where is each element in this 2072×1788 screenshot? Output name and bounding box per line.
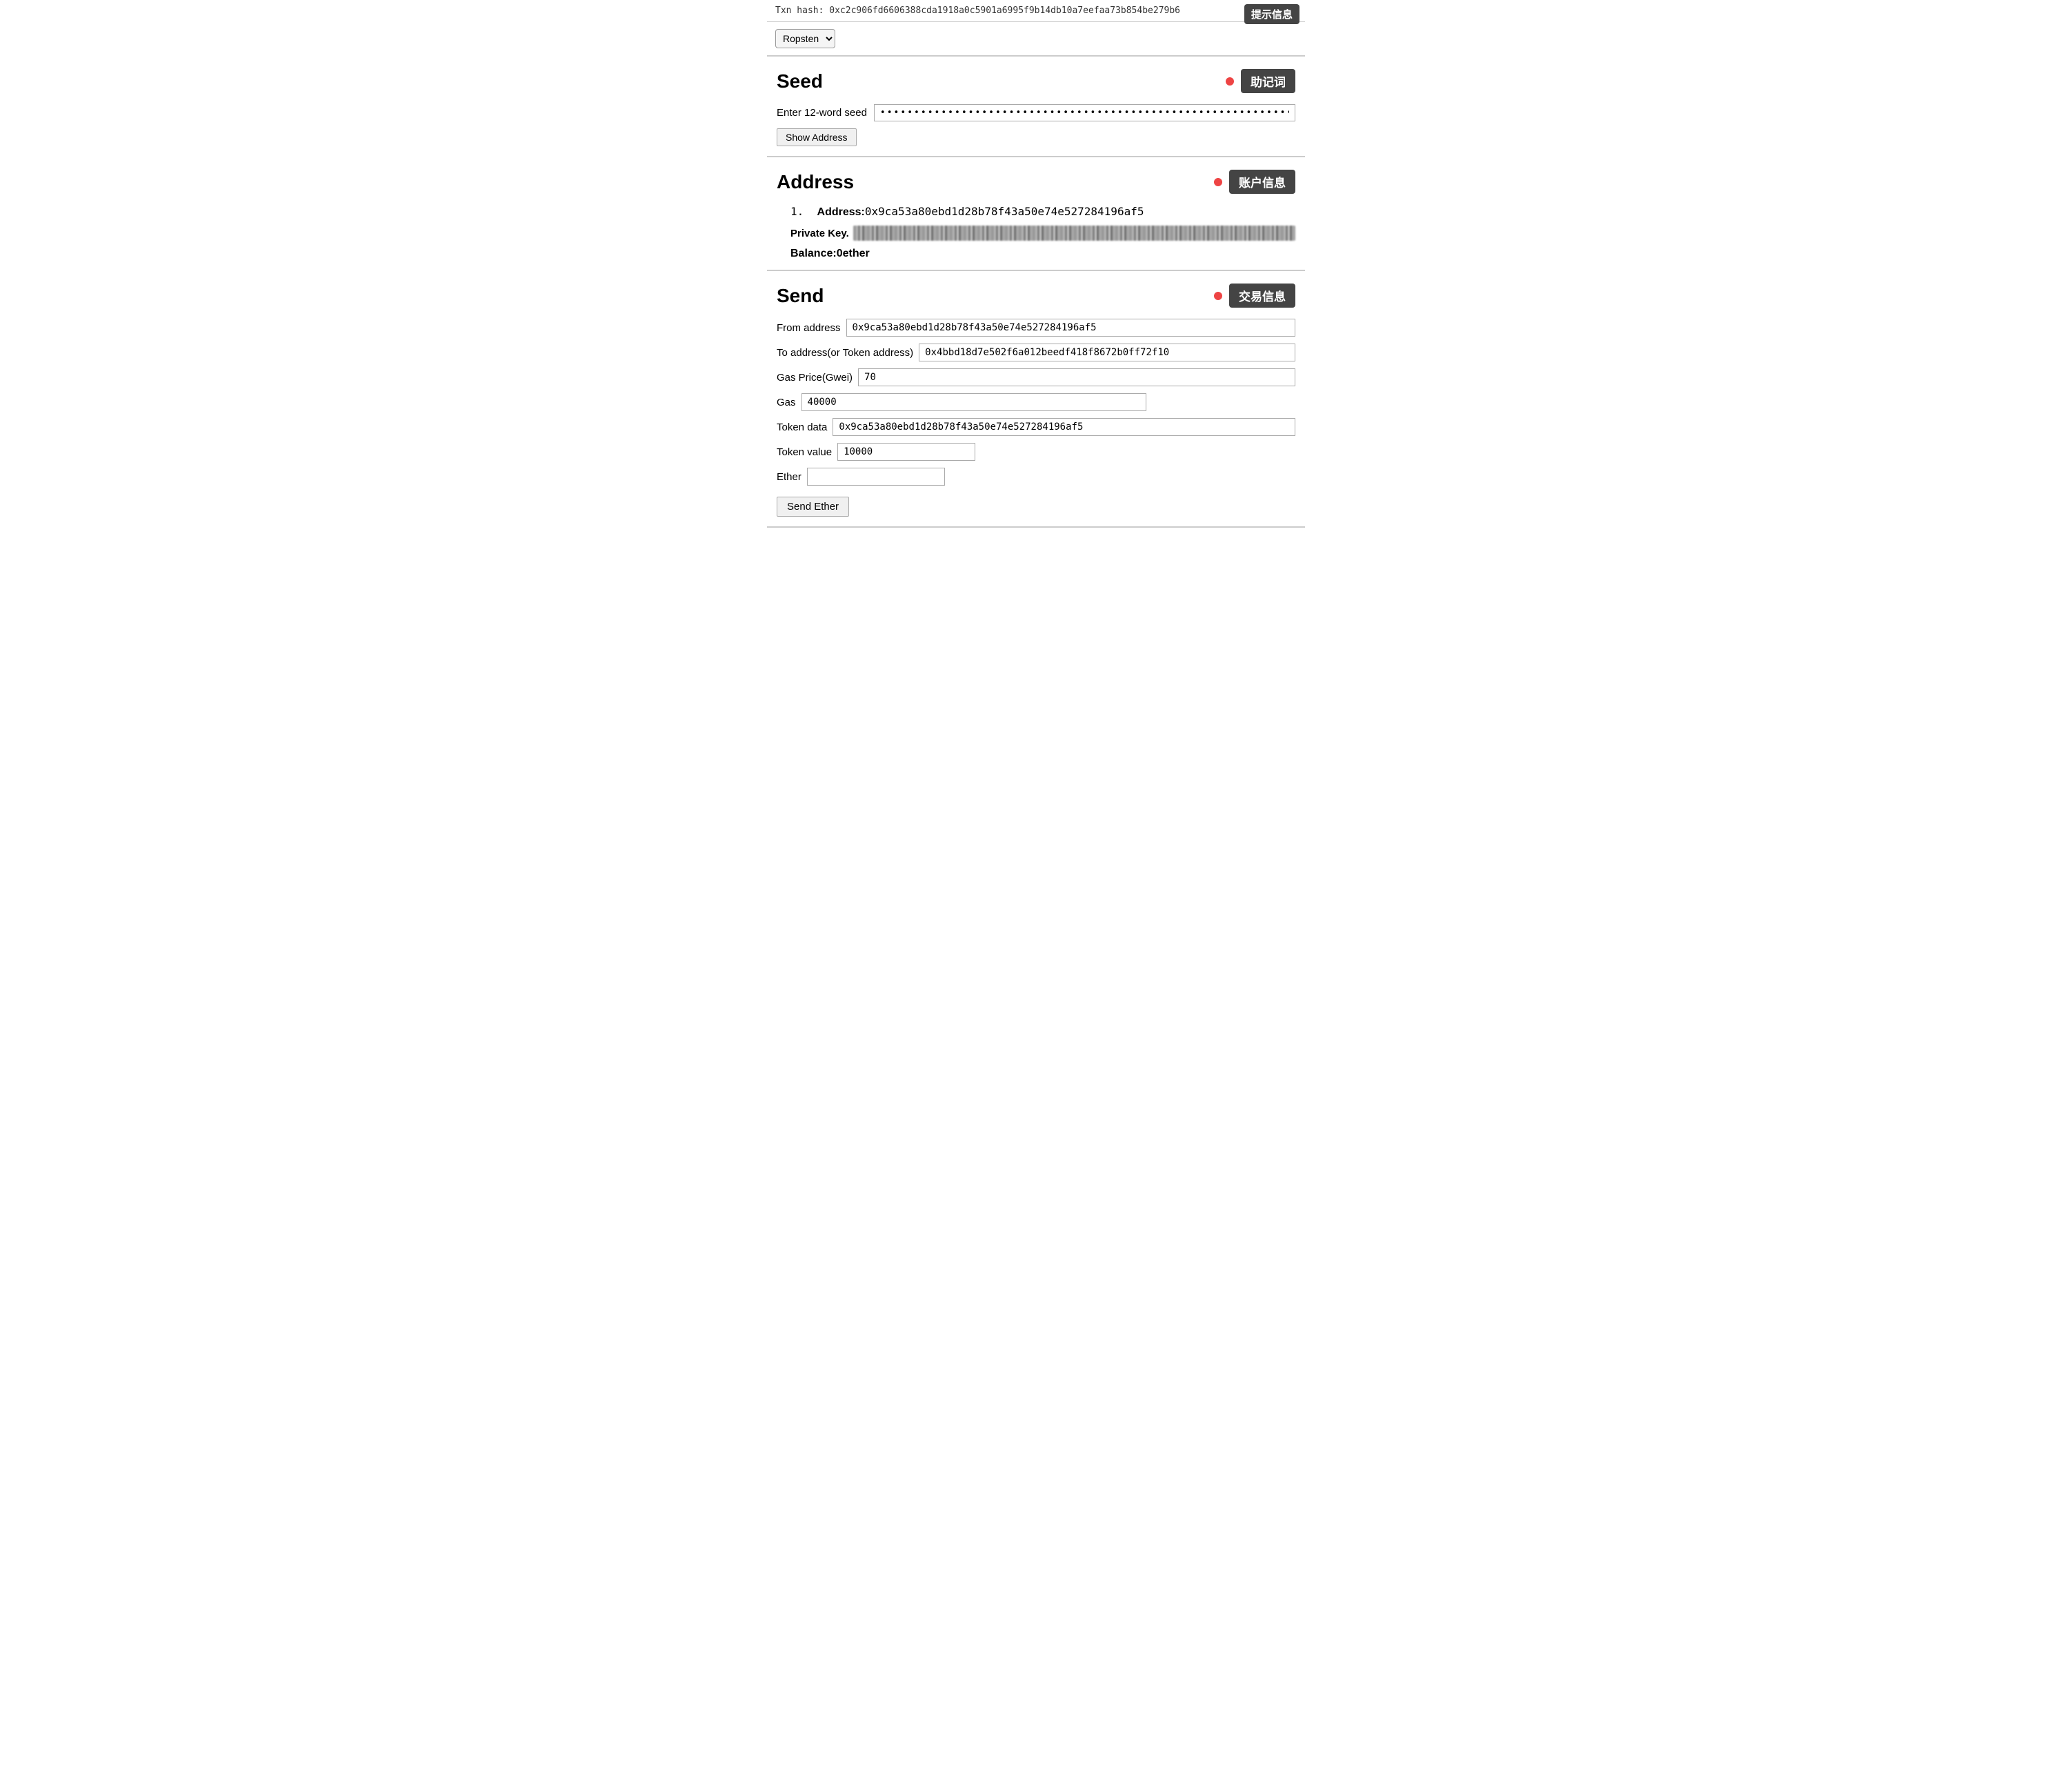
balance-line: Balance:0ether	[790, 248, 1295, 260]
send-badge: 交易信息	[1229, 284, 1295, 308]
to-address-label: To address(or Token address)	[777, 347, 913, 359]
seed-badge: 助记词	[1241, 69, 1295, 93]
tooltip-badge: 提示信息	[1244, 4, 1299, 24]
show-address-row: Show Address	[777, 128, 1295, 146]
token-data-row: Token data	[777, 418, 1295, 436]
seed-input[interactable]	[874, 104, 1295, 121]
top-bar: Txn hash: 0xc2c906fd6606388cda1918a0c590…	[767, 0, 1305, 22]
address-dot	[1214, 178, 1222, 186]
ether-input[interactable]	[807, 468, 945, 486]
from-address-label: From address	[777, 322, 841, 334]
send-btn-row: Send Ether	[777, 493, 1295, 517]
network-row: Ropsten Mainnet Rinkeby Kovan	[767, 22, 1305, 57]
private-key-value-blurred	[853, 226, 1295, 241]
address-line: 1. Address:0x9ca53a80ebd1d28b78f43a50e74…	[790, 205, 1295, 219]
network-select[interactable]: Ropsten Mainnet Rinkeby Kovan	[775, 29, 835, 48]
seed-section: Seed 助记词 Enter 12-word seed Show Address	[767, 57, 1305, 157]
gas-input[interactable]	[801, 393, 1146, 411]
seed-input-label: Enter 12-word seed	[777, 107, 867, 119]
address-section: Address 账户信息 1. Address:0x9ca53a80ebd1d2…	[767, 157, 1305, 271]
token-value-input[interactable]	[837, 443, 975, 461]
send-ether-button[interactable]: Send Ether	[777, 497, 849, 517]
from-address-row: From address	[777, 319, 1295, 337]
token-data-label: Token data	[777, 421, 827, 433]
address-label: Address:	[817, 206, 865, 218]
to-address-input[interactable]	[919, 344, 1295, 361]
txn-hash: Txn hash: 0xc2c906fd6606388cda1918a0c590…	[775, 6, 1297, 16]
seed-input-row: Enter 12-word seed	[777, 104, 1295, 121]
ether-row: Ether	[777, 468, 1295, 486]
send-title: Send	[777, 285, 1214, 307]
token-data-input[interactable]	[833, 418, 1295, 436]
send-section: Send 交易信息 From address To address(or Tok…	[767, 271, 1305, 528]
item-number: 1.	[790, 205, 804, 218]
send-section-header: Send 交易信息	[777, 284, 1295, 308]
address-title: Address	[777, 171, 1214, 193]
private-key-line: Private Key.	[790, 226, 1295, 241]
seed-title: Seed	[777, 70, 1226, 92]
private-key-label: Private Key.	[790, 228, 849, 239]
gas-price-row: Gas Price(Gwei)	[777, 368, 1295, 386]
show-address-button[interactable]: Show Address	[777, 128, 857, 146]
send-dot	[1214, 292, 1222, 300]
to-address-row: To address(or Token address)	[777, 344, 1295, 361]
address-badge: 账户信息	[1229, 170, 1295, 194]
gas-price-label: Gas Price(Gwei)	[777, 372, 853, 384]
address-section-header: Address 账户信息	[777, 170, 1295, 194]
balance-label: Balance:	[790, 248, 837, 259]
gas-row: Gas	[777, 393, 1295, 411]
from-address-input[interactable]	[846, 319, 1295, 337]
seed-section-header: Seed 助记词	[777, 69, 1295, 93]
gas-price-input[interactable]	[858, 368, 1295, 386]
gas-label: Gas	[777, 397, 796, 408]
ether-label: Ether	[777, 471, 801, 483]
address-value: 0x9ca53a80ebd1d28b78f43a50e74e527284196a…	[865, 205, 1144, 218]
seed-dot	[1226, 77, 1234, 86]
balance-value: 0ether	[837, 248, 870, 259]
address-item-1: 1. Address:0x9ca53a80ebd1d28b78f43a50e74…	[790, 205, 1295, 260]
token-value-row: Token value	[777, 443, 1295, 461]
token-value-label: Token value	[777, 446, 832, 458]
